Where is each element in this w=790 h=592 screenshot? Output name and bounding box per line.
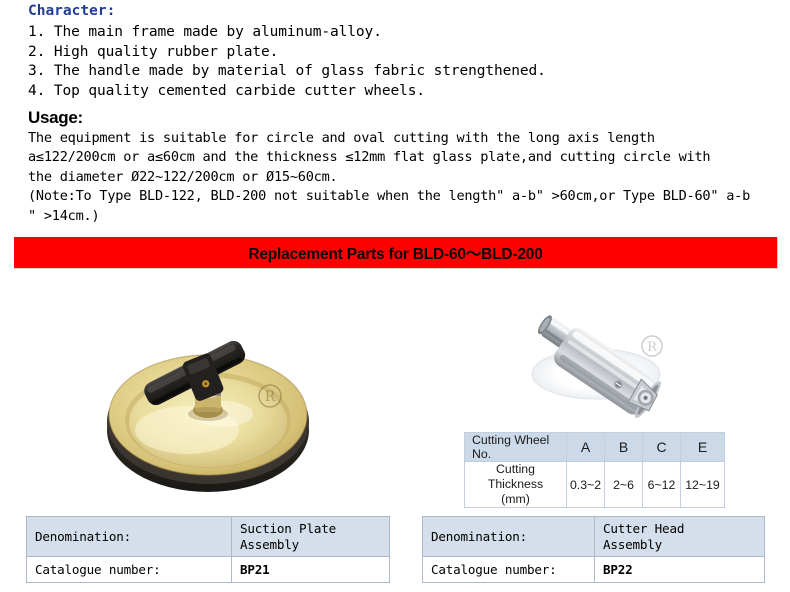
cutting-thickness-label: Cutting Thickness (mm) [464,461,567,508]
usage-line: (Note:To Type BLD-122, BLD-200 not suita… [28,188,751,205]
usage-heading: Usage: [28,108,83,127]
table-row: Cutting Thickness (mm) 0.3~2 2~6 6~12 12… [464,461,725,508]
table-row: Cutting Wheel No. A B C E [464,432,725,462]
banner-title: Replacement Parts for BLD-60〜BLD-200 [248,245,543,263]
thickness-e: 12~19 [680,461,725,508]
usage-line: " >14cm.) [28,207,100,224]
wheel-b: B [604,432,643,462]
catalogue-label: Catalogue number: [422,556,595,583]
list-item: 1. The main frame made by aluminum-alloy… [28,24,382,40]
registered-trademark-icon: R [641,335,663,357]
cutting-wheel-no-label: Cutting Wheel No. [464,432,567,462]
denomination-value: Suction Plate Assembly [231,516,390,557]
list-item: 4. Top quality cemented carbide cutter w… [28,82,425,99]
denomination-value: Cutter Head Assembly [594,516,765,557]
table-row: Catalogue number: BP22 [422,556,765,583]
usage-line: the diameter Ø22~122/200cm or Ø15~60cm. [28,168,338,185]
svg-text:R: R [265,389,276,405]
usage-body: The equipment is suitable for circle and… [28,129,776,226]
wheel-e: E [680,432,725,462]
thickness-c: 6~12 [642,461,681,508]
table-row: Denomination: Cutter Head Assembly [422,516,765,557]
thickness-b: 2~6 [604,461,643,508]
thickness-a: 0.3~2 [566,461,605,508]
catalogue-label: Catalogue number: [26,556,232,583]
suction-plate-spec-table: Denomination: Suction Plate Assembly Cat… [26,516,390,583]
catalogue-value: BP21 [231,556,390,583]
cutting-wheel-table: Cutting Wheel No. A B C E Cutting Thickn… [464,432,725,508]
wheel-c: C [642,432,681,462]
character-heading: Character: [28,3,116,19]
cutter-head-assembly-photo: R [512,312,692,422]
denomination-label: Denomination: [26,516,232,557]
denomination-label: Denomination: [422,516,595,557]
list-item: 2. High quality rubber plate. [28,43,279,60]
wheel-a: A [566,432,605,462]
svg-text:R: R [647,340,658,355]
character-section: Character: 1. The main frame made by alu… [28,2,773,101]
table-row: Catalogue number: BP21 [26,556,390,583]
character-list: 1. The main frame made by aluminum-alloy… [28,23,773,101]
cutter-head-spec-table: Denomination: Cutter Head Assembly Catal… [422,516,765,583]
list-item: 3. The handle made by material of glass … [28,63,546,79]
usage-line: a≤122/200cm or a≤60cm and the thickness … [28,149,711,166]
table-row: Denomination: Suction Plate Assembly [26,516,390,557]
suction-plate-assembly-photo: R [95,302,325,507]
usage-line: The equipment is suitable for circle and… [28,130,655,146]
replacement-parts-banner: Replacement Parts for BLD-60〜BLD-200 [14,237,778,269]
catalogue-value: BP22 [594,556,765,583]
